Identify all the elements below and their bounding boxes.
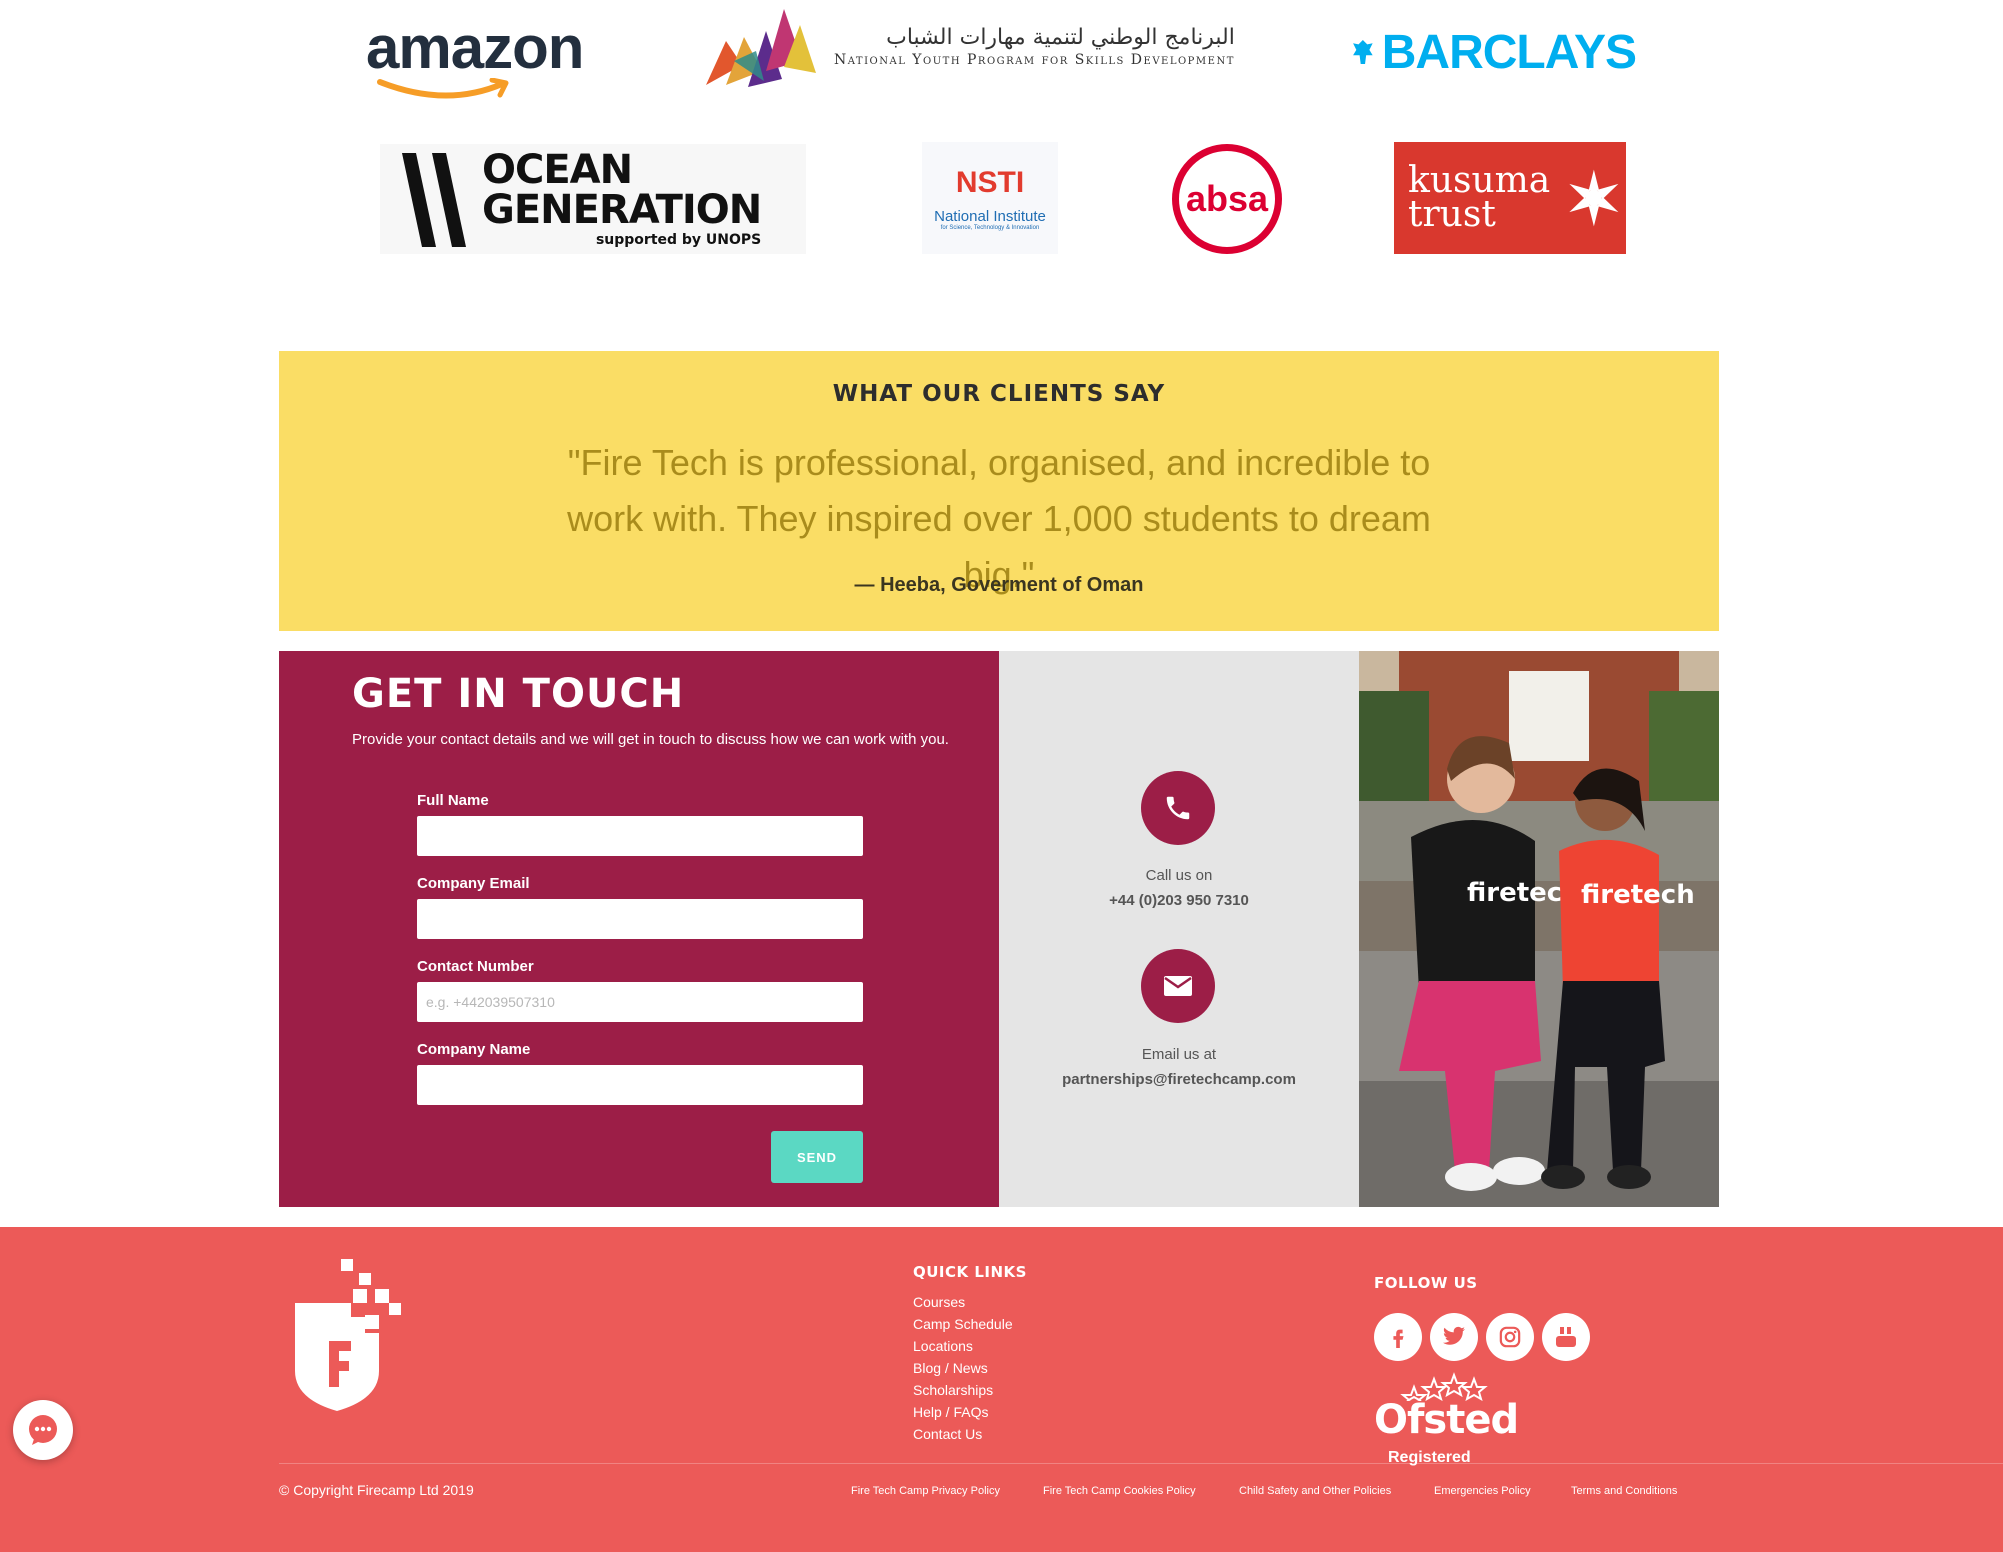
nyp-logo: البرنامج الوطني لتنمية مهارات الشباب Nat… <box>704 0 1244 92</box>
nsti-logo: NSTI National Institute for Science, Tec… <box>922 142 1058 254</box>
absa-logo: absa <box>1170 142 1284 256</box>
amazon-logo-text: amazon <box>366 14 584 81</box>
company-name-label: Company Name <box>417 1041 531 1058</box>
chat-bubble-icon <box>29 1415 57 1445</box>
quick-link-camp-schedule[interactable]: Camp Schedule <box>913 1313 1013 1335</box>
quick-links-title: QUICK LINKS <box>913 1263 1027 1281</box>
full-name-label: Full Name <box>417 792 489 809</box>
students-photo: firetech firetech <box>1359 651 1719 1207</box>
email-label: Email us at <box>1141 1046 1217 1063</box>
nyp-english-name: National Youth Program for Skills Develo… <box>834 52 1235 68</box>
nsti-logo-tagline: for Science, Technology & Innovation <box>940 224 1040 231</box>
envelope-icon[interactable] <box>1141 949 1215 1023</box>
quick-link-help-faqs[interactable]: Help / FAQs <box>913 1401 1013 1423</box>
shirt-text-right: firetech <box>1581 880 1695 910</box>
ofsted-word: Ofsted <box>1374 1397 1519 1443</box>
contact-title: GET IN TOUCH <box>352 671 685 717</box>
emergencies-policy-link[interactable]: Emergencies Policy <box>1434 1485 1531 1497</box>
quick-link-courses[interactable]: Courses <box>913 1291 1013 1313</box>
contact-number-label: Contact Number <box>417 958 534 975</box>
kusuma-trust-logo: kusuma trust <box>1394 142 1626 254</box>
ocean-generation-mark-icon <box>402 153 466 247</box>
privacy-policy-link[interactable]: Fire Tech Camp Privacy Policy <box>851 1485 1000 1497</box>
flower-icon <box>1569 169 1619 227</box>
child-safety-policy-link[interactable]: Child Safety and Other Policies <box>1239 1485 1391 1497</box>
nsti-logo-subtitle: National Institute <box>934 207 1046 225</box>
phone-icon[interactable] <box>1141 771 1215 845</box>
amazon-logo: amazon <box>366 14 598 104</box>
send-button[interactable]: SEND <box>771 1131 863 1183</box>
follow-us-title: FOLLOW US <box>1374 1274 1478 1292</box>
kusuma-line1: kusuma <box>1408 160 1551 201</box>
contact-intro: Provide your contact details and we will… <box>352 731 949 748</box>
footer-divider <box>279 1463 2003 1464</box>
quick-link-contact-us[interactable]: Contact Us <box>913 1423 1013 1445</box>
ofsted-badge: Ofsted Registered <box>1374 1371 1519 1466</box>
instagram-icon[interactable] <box>1486 1313 1534 1361</box>
testimonial-section: WHAT OUR CLIENTS SAY "Fire Tech is profe… <box>279 351 1719 631</box>
kusuma-line2: trust <box>1408 194 1496 235</box>
quick-link-scholarships[interactable]: Scholarships <box>913 1379 1013 1401</box>
phone-number[interactable]: +44 (0)203 950 7310 <box>999 892 1359 909</box>
amazon-smile-icon <box>377 78 509 99</box>
ocean-generation-line2: GENERATION <box>482 187 762 233</box>
partner-logos: amazon البرنامج الوطني لتنمية مهارات الش… <box>0 0 2003 300</box>
testimonial-author: — Heeba, Goverment of Oman <box>854 574 1144 596</box>
site-footer: QUICK LINKS Courses Camp Schedule Locati… <box>0 1227 2003 1552</box>
barclays-logo: BARCLAYS <box>1352 20 1637 84</box>
chat-button[interactable] <box>13 1400 73 1460</box>
ocean-generation-supported: supported by UNOPS <box>595 232 762 248</box>
nyp-emblem-icon <box>706 9 816 87</box>
quick-link-blog-news[interactable]: Blog / News <box>913 1357 1013 1379</box>
eagle-icon <box>1353 40 1373 64</box>
youtube-icon[interactable] <box>1542 1313 1590 1361</box>
absa-ring: absa <box>1172 144 1282 254</box>
email-address[interactable]: partnerships@firetechcamp.com <box>999 1071 1359 1088</box>
ocean-generation-line1: OCEAN <box>482 147 633 193</box>
company-email-label: Company Email <box>417 875 530 892</box>
contact-info: Call us on +44 (0)203 950 7310 Email us … <box>999 651 1359 1207</box>
contact-form: GET IN TOUCH Provide your contact detail… <box>279 651 999 1207</box>
terms-link[interactable]: Terms and Conditions <box>1571 1485 1677 1497</box>
cookies-policy-link[interactable]: Fire Tech Camp Cookies Policy <box>1043 1485 1196 1497</box>
company-email-input[interactable] <box>417 899 863 939</box>
nsti-logo-text: NSTI <box>955 165 1025 199</box>
company-name-input[interactable] <box>417 1065 863 1105</box>
absa-logo-text: absa <box>1185 178 1269 219</box>
nyp-arabic-name: البرنامج الوطني لتنمية مهارات الشباب <box>886 25 1235 50</box>
barclays-logo-text: BARCLAYS <box>1381 25 1637 79</box>
testimonial-heading: WHAT OUR CLIENTS SAY <box>832 381 1166 407</box>
quick-link-locations[interactable]: Locations <box>913 1335 1013 1357</box>
call-label: Call us on <box>1145 867 1213 884</box>
ofsted-registered: Registered <box>1388 1449 1471 1466</box>
full-name-input[interactable] <box>417 816 863 856</box>
firetech-logo-icon[interactable] <box>293 1259 405 1411</box>
ocean-generation-logo: OCEAN GENERATION supported by UNOPS <box>380 144 806 254</box>
contact-number-input[interactable] <box>417 982 863 1022</box>
quick-links-list: Courses Camp Schedule Locations Blog / N… <box>913 1291 1013 1445</box>
twitter-icon[interactable] <box>1430 1313 1478 1361</box>
copyright-text: © Copyright Firecamp Ltd 2019 <box>279 1482 474 1498</box>
facebook-icon[interactable] <box>1374 1313 1422 1361</box>
students-photo-illustration: firetech firetech <box>1359 651 1719 1207</box>
